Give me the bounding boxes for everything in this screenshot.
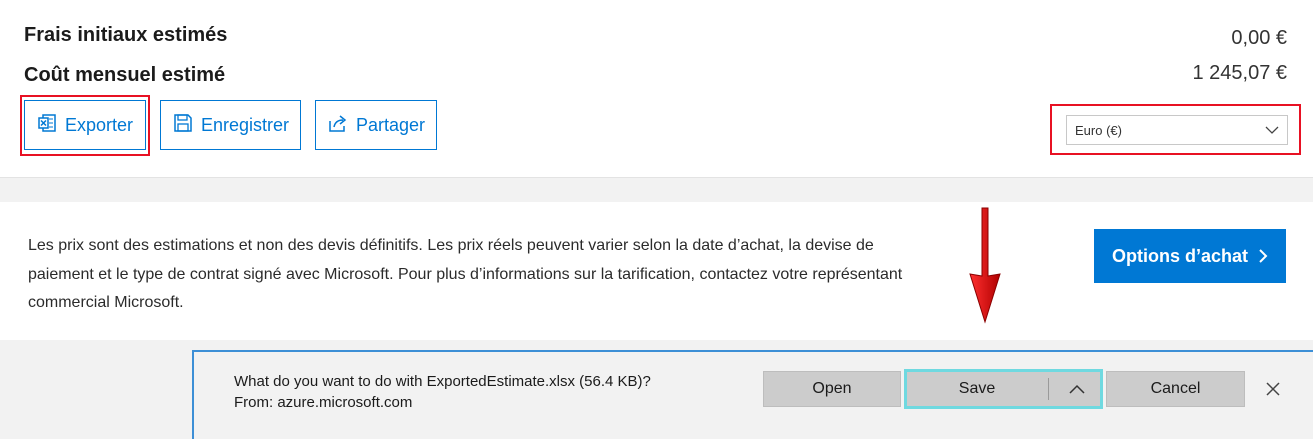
download-source: From: azure.microsoft.com bbox=[234, 394, 413, 411]
share-icon bbox=[328, 113, 348, 138]
export-highlight-box bbox=[20, 95, 150, 156]
floppy-disk-icon bbox=[173, 113, 193, 138]
red-arrow-down-icon bbox=[969, 207, 1001, 324]
purchase-options-label: Options d’achat bbox=[1111, 245, 1248, 266]
monthly-cost-label: Coût mensuel estimé bbox=[24, 64, 226, 86]
cancel-button[interactable]: Cancel bbox=[1106, 371, 1245, 407]
save-split-button: Save bbox=[904, 369, 1103, 409]
share-button[interactable]: Partager bbox=[315, 100, 437, 150]
purchase-options-button[interactable]: Options d’achat bbox=[1094, 229, 1286, 283]
split-divider bbox=[1048, 378, 1049, 400]
download-question: What do you want to do with ExportedEsti… bbox=[234, 373, 651, 390]
monthly-cost-value: 1 245,07 € bbox=[1192, 62, 1287, 84]
close-icon[interactable] bbox=[1262, 378, 1284, 400]
initial-cost-value: 0,00 € bbox=[1231, 27, 1287, 49]
chevron-up-icon bbox=[1069, 384, 1085, 394]
download-message: What do you want to do with ExportedEsti… bbox=[234, 371, 651, 413]
save-estimate-button-label: Enregistrer bbox=[201, 114, 290, 135]
currency-highlight-box bbox=[1050, 104, 1301, 155]
save-estimate-button[interactable]: Enregistrer bbox=[160, 100, 301, 150]
open-button[interactable]: Open bbox=[763, 371, 901, 407]
pricing-disclaimer-text: Les prix sont des estimations et non des… bbox=[28, 237, 903, 311]
save-button[interactable]: Save bbox=[907, 372, 1047, 406]
chevron-right-icon bbox=[1259, 249, 1268, 263]
save-options-button[interactable] bbox=[1055, 372, 1099, 406]
share-button-label: Partager bbox=[356, 114, 426, 135]
initial-cost-label: Frais initiaux estimés bbox=[24, 24, 228, 46]
